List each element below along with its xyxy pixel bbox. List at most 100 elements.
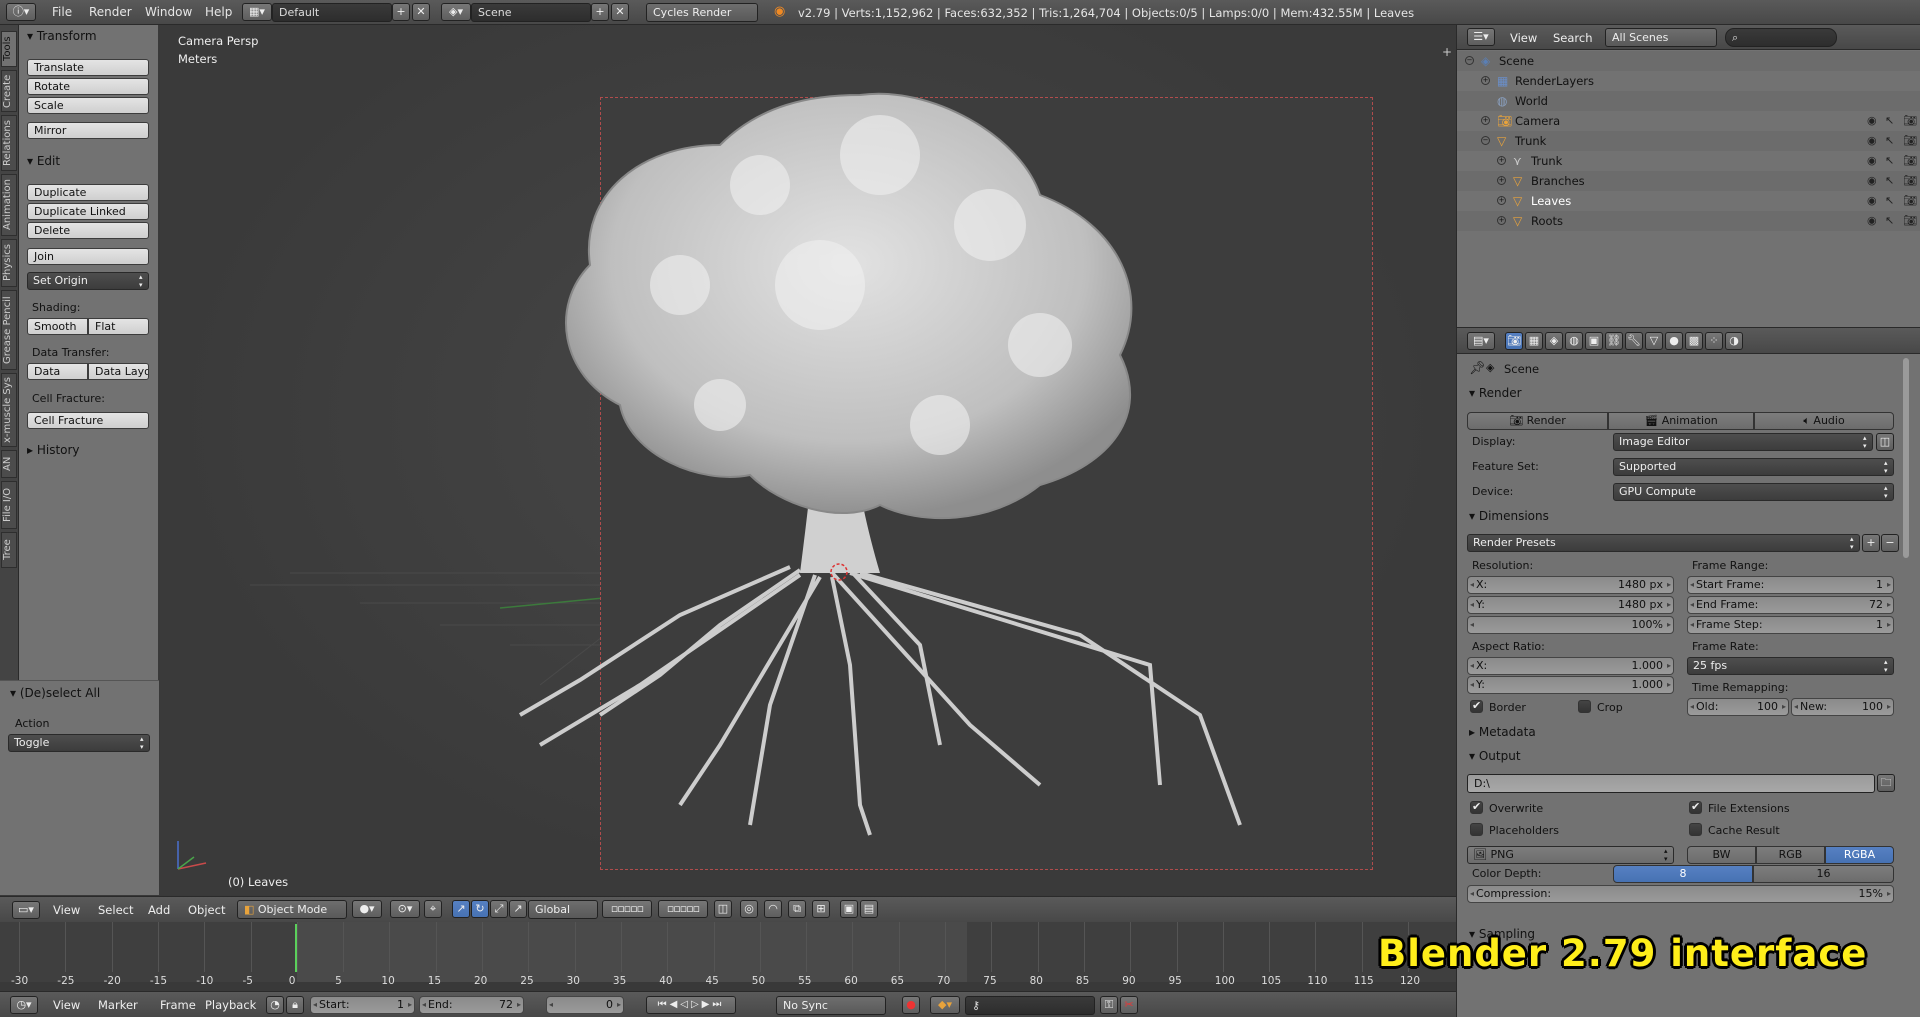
animation-button[interactable]: 🎬︎ Animation bbox=[1608, 412, 1754, 430]
frame-rate-select[interactable]: 25 fps bbox=[1687, 657, 1894, 675]
color-mode-bw[interactable]: BW bbox=[1687, 846, 1756, 864]
render-camera-toggle-icon[interactable]: 📷︎ bbox=[1903, 214, 1917, 227]
layout-name-field[interactable]: Default bbox=[272, 3, 392, 22]
edit-panel-header[interactable]: ▾ Edit bbox=[27, 154, 60, 168]
expand-toggle-icon[interactable]: + bbox=[1481, 116, 1490, 125]
render-camera-toggle-icon[interactable]: 📷︎ bbox=[1903, 174, 1917, 187]
tab-file-io[interactable]: File I/O bbox=[1, 481, 17, 529]
expand-toggle-icon[interactable]: − bbox=[1465, 56, 1474, 65]
transform-orientation-select[interactable]: Global bbox=[528, 900, 598, 919]
crop-checkbox[interactable] bbox=[1578, 700, 1591, 713]
mirror-button[interactable]: Mirror bbox=[27, 122, 149, 139]
aspect-x-field[interactable]: X:1.000 bbox=[1467, 657, 1674, 675]
translate-manipulator-icon[interactable]: ↗ bbox=[452, 900, 470, 918]
tab-x-muscle-sys[interactable]: x-muscle Sys bbox=[1, 373, 17, 447]
remove-scene-icon[interactable]: ✕ bbox=[611, 3, 629, 21]
translate-button[interactable]: Translate bbox=[27, 59, 149, 76]
resolution-x-field[interactable]: X:1480 px bbox=[1467, 576, 1674, 594]
render-panel-header[interactable]: ▾ Render bbox=[1469, 386, 1522, 400]
menu-add[interactable]: Add bbox=[148, 903, 170, 917]
outliner-row[interactable]: + ⋎ Trunk ◉ ↖ 📷︎ bbox=[1457, 151, 1920, 171]
outliner-row[interactable]: + ▦ RenderLayers bbox=[1457, 71, 1920, 91]
3d-viewport[interactable]: Camera Persp Meters + (0) Leaves bbox=[160, 25, 1456, 895]
outliner-row[interactable]: + ▽ Leaves ◉ ↖ 📷︎ bbox=[1457, 191, 1920, 211]
time-remap-new-field[interactable]: New:100 bbox=[1791, 698, 1894, 716]
tab-tools[interactable]: Tools bbox=[1, 31, 17, 67]
color-depth-8[interactable]: 8 bbox=[1613, 865, 1753, 883]
add-preset-icon[interactable]: + bbox=[1862, 534, 1880, 552]
data-context-icon[interactable]: ▽ bbox=[1645, 332, 1663, 350]
texture-context-icon[interactable]: ▩ bbox=[1685, 332, 1703, 350]
timeline-editor-type-icon[interactable]: ◷▾ bbox=[10, 996, 38, 1014]
dimensions-panel-header[interactable]: ▾ Dimensions bbox=[1469, 509, 1549, 523]
properties-editor-icon[interactable]: ▤▾ bbox=[1467, 332, 1495, 350]
visibility-eye-icon[interactable]: ◉ bbox=[1867, 154, 1877, 167]
proportional-falloff-icon[interactable]: ◠ bbox=[764, 900, 782, 918]
render-engine-select[interactable]: Cycles Render bbox=[646, 3, 758, 22]
time-remap-old-field[interactable]: Old:100 bbox=[1687, 698, 1789, 716]
menu-view[interactable]: View bbox=[53, 903, 80, 917]
render-presets-select[interactable]: Render Presets bbox=[1467, 534, 1860, 552]
expand-toggle-icon[interactable]: + bbox=[1497, 176, 1506, 185]
action-select[interactable]: Toggle bbox=[8, 734, 150, 752]
scene-name-field[interactable]: Scene bbox=[471, 3, 591, 22]
menu-select[interactable]: Select bbox=[98, 903, 133, 917]
current-frame-field[interactable]: 0 bbox=[546, 996, 624, 1014]
object-mode-select[interactable]: ◧ Object Mode bbox=[237, 900, 347, 919]
layer-buttons-a-icon[interactable]: ▫▫▫▫▫ bbox=[602, 900, 652, 918]
record-icon[interactable]: ● bbox=[902, 996, 920, 1014]
outliner-row[interactable]: + 📷︎ Camera ◉ ↖ 📷︎ bbox=[1457, 111, 1920, 131]
keying-set-field[interactable]: ⚷ bbox=[965, 996, 1095, 1015]
outliner-menu-view[interactable]: View bbox=[1510, 31, 1537, 45]
selectability-cursor-icon[interactable]: ↖ bbox=[1885, 154, 1894, 167]
tab-an[interactable]: AN bbox=[1, 450, 17, 478]
scene-icon[interactable]: ◈▾ bbox=[441, 3, 471, 21]
file-extensions-checkbox[interactable] bbox=[1689, 800, 1702, 814]
tab-relations[interactable]: Relations bbox=[1, 115, 17, 171]
metadata-panel-header[interactable]: ▸ Metadata bbox=[1469, 725, 1536, 739]
visibility-eye-icon[interactable]: ◉ bbox=[1867, 194, 1877, 207]
material-context-icon[interactable]: ● bbox=[1665, 332, 1683, 350]
playback-controls-icon[interactable]: ⏮◀◁▷▶⏭ bbox=[646, 996, 736, 1014]
outliner-row[interactable]: + ▽ Branches ◉ ↖ 📷︎ bbox=[1457, 171, 1920, 191]
constraints-context-icon[interactable]: ⛓ bbox=[1605, 332, 1623, 350]
output-path-input[interactable]: D:\ bbox=[1467, 774, 1875, 793]
tab-create[interactable]: Create bbox=[1, 70, 17, 112]
menu-render[interactable]: Render bbox=[89, 5, 132, 19]
timeline-menu-view[interactable]: View bbox=[53, 998, 80, 1012]
render-view-icon[interactable]: ◫ bbox=[1876, 433, 1894, 451]
overwrite-checkbox[interactable] bbox=[1470, 800, 1483, 814]
end-frame-field[interactable]: End:72 bbox=[419, 996, 524, 1014]
color-mode-rgb[interactable]: RGB bbox=[1756, 846, 1825, 864]
color-depth-16[interactable]: 16 bbox=[1753, 865, 1894, 883]
render-layers-context-icon[interactable]: ▦ bbox=[1525, 332, 1543, 350]
physics-context-icon[interactable]: ◑ bbox=[1725, 332, 1743, 350]
outliner-row[interactable]: + ▽ Roots ◉ ↖ 📷︎ bbox=[1457, 211, 1920, 231]
timeline-menu-marker[interactable]: Marker bbox=[98, 998, 138, 1012]
world-context-icon[interactable]: ◍ bbox=[1565, 332, 1583, 350]
visibility-eye-icon[interactable]: ◉ bbox=[1867, 134, 1877, 147]
frame-step-field[interactable]: Frame Step:1 bbox=[1687, 616, 1894, 634]
deselect-all-header[interactable]: ▾ (De)select All bbox=[10, 686, 100, 700]
object-context-icon[interactable]: ▣ bbox=[1585, 332, 1603, 350]
tree-model[interactable] bbox=[160, 25, 1456, 895]
selectability-cursor-icon[interactable]: ↖ bbox=[1885, 174, 1894, 187]
info-editor-icon[interactable]: ⓘ▾ bbox=[6, 3, 36, 21]
tab-physics[interactable]: Physics bbox=[1, 239, 17, 287]
visibility-eye-icon[interactable]: ◉ bbox=[1867, 214, 1877, 227]
selectability-cursor-icon[interactable]: ↖ bbox=[1885, 114, 1894, 127]
scene-context-icon[interactable]: ◈ bbox=[1545, 332, 1563, 350]
duplicate-button[interactable]: Duplicate bbox=[27, 184, 149, 201]
tab-grease-pencil[interactable]: Grease Pencil bbox=[1, 290, 17, 370]
pin-icon[interactable]: 📌︎ bbox=[1469, 361, 1486, 376]
menu-window[interactable]: Window bbox=[145, 5, 192, 19]
output-panel-header[interactable]: ▾ Output bbox=[1469, 749, 1521, 763]
snap-toggle-icon[interactable]: ⧉ bbox=[788, 900, 806, 918]
selectability-cursor-icon[interactable]: ↖ bbox=[1885, 134, 1894, 147]
screen-layout-icon[interactable]: ▦▾ bbox=[242, 3, 272, 21]
color-mode-rgba[interactable]: RGBA bbox=[1825, 846, 1894, 864]
placeholders-checkbox[interactable] bbox=[1470, 823, 1483, 836]
visibility-eye-icon[interactable]: ◉ bbox=[1867, 174, 1877, 187]
particles-context-icon[interactable]: ⁘ bbox=[1705, 332, 1723, 350]
tab-tree[interactable]: Tree bbox=[1, 532, 17, 568]
